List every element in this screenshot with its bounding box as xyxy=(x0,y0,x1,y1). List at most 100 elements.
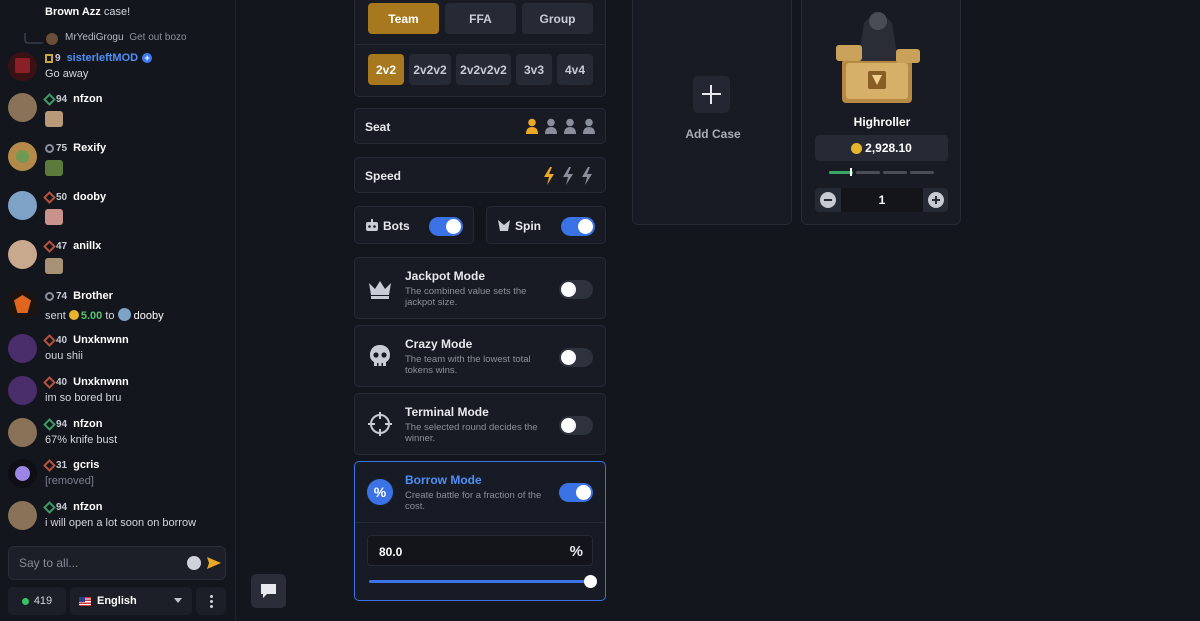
avatar[interactable] xyxy=(8,93,37,122)
avatar[interactable] xyxy=(8,52,37,81)
terminal-mode-desc: The selected round decides the winner. xyxy=(405,422,538,444)
seat-label: Seat xyxy=(365,120,391,134)
crown-icon xyxy=(369,281,391,299)
seat-row: Seat xyxy=(354,108,606,144)
online-count: 419 xyxy=(8,587,66,615)
format-2v2-button[interactable]: 2v2 xyxy=(368,54,404,85)
chat-username[interactable]: Rexify xyxy=(73,142,106,154)
verified-icon: + xyxy=(142,53,153,63)
level-badge: 31 xyxy=(43,458,67,472)
format-3v3-button[interactable]: 3v3 xyxy=(516,54,552,85)
jackpot-mode-title: Jackpot Mode xyxy=(405,269,486,283)
decrease-quantity-button[interactable] xyxy=(820,192,836,208)
chat-username[interactable]: Unxknwnn xyxy=(73,334,129,346)
chat-username[interactable]: dooby xyxy=(73,191,106,203)
chat-username[interactable]: gcris xyxy=(73,459,99,471)
borrow-percent-field[interactable]: 80.0 % xyxy=(367,535,593,566)
mode-team-button[interactable]: Team xyxy=(368,3,439,34)
chat-toggle-button[interactable] xyxy=(251,574,286,608)
chat-username[interactable]: nfzon xyxy=(73,93,102,105)
mode-group-button[interactable]: Group xyxy=(522,3,593,34)
chat-text: i will open a lot soon on borrow xyxy=(45,517,197,529)
borrow-mode-title: Borrow Mode xyxy=(405,473,482,487)
borrow-slider[interactable] xyxy=(369,575,597,588)
lightning-icon xyxy=(544,167,554,185)
chevron-down-icon xyxy=(174,598,182,603)
borrow-mode-toggle[interactable] xyxy=(559,483,593,502)
avatar[interactable] xyxy=(8,418,37,447)
level-badge: 74 xyxy=(45,291,67,302)
language-label: English xyxy=(97,595,137,607)
reply-username[interactable]: MrYediGrogu xyxy=(65,32,124,43)
seat-selector[interactable] xyxy=(525,118,597,135)
chat-username[interactable]: nfzon xyxy=(73,418,102,430)
crosshair-icon xyxy=(368,412,392,436)
tip-recipient[interactable]: dooby xyxy=(134,310,164,322)
coin-icon xyxy=(851,142,863,154)
more-options-button[interactable] xyxy=(196,587,226,615)
reply-line-icon xyxy=(24,33,43,44)
chat-username[interactable]: anillx xyxy=(73,240,101,252)
percent-icon: % xyxy=(367,479,393,505)
avatar[interactable] xyxy=(8,191,37,220)
us-flag-icon xyxy=(79,596,91,606)
crazy-mode-desc: The team with the lowest total tokens wi… xyxy=(405,354,531,376)
seat-icon xyxy=(583,118,595,134)
borrow-slider-handle[interactable] xyxy=(584,575,597,588)
chat-text: im so bored bru xyxy=(45,392,122,404)
format-2v2v2-button[interactable]: 2v2v2 xyxy=(409,54,451,85)
language-select[interactable]: English xyxy=(70,587,192,615)
crazy-mode-card: Crazy Mode The team with the lowest tota… xyxy=(354,325,606,387)
seat-icon xyxy=(564,118,576,134)
borrow-percent-value: 80.0 xyxy=(379,545,403,559)
speed-selector[interactable] xyxy=(543,167,597,185)
level-badge: 94 xyxy=(43,417,67,431)
level-badge: 94 xyxy=(43,92,67,106)
level-badge: 75 xyxy=(45,143,67,154)
chat-text: [removed] xyxy=(45,475,94,487)
online-dot-icon xyxy=(21,597,29,605)
spin-toggle[interactable] xyxy=(561,217,595,236)
avatar[interactable] xyxy=(8,142,37,171)
chat-text: ouu shii xyxy=(45,350,83,362)
emoji-icon[interactable] xyxy=(187,556,201,570)
format-4v4-button[interactable]: 4v4 xyxy=(557,54,593,85)
add-case-button[interactable]: Add Case xyxy=(632,0,792,225)
avatar[interactable] xyxy=(8,240,37,269)
jackpot-mode-desc: The combined value sets the jackpot size… xyxy=(405,286,527,308)
avatar[interactable] xyxy=(8,290,37,319)
level-badge: 50 xyxy=(43,190,67,204)
jackpot-mode-toggle[interactable] xyxy=(559,280,593,299)
chat-username[interactable]: sisterleftMOD xyxy=(67,52,139,64)
chat-input[interactable] xyxy=(19,556,179,570)
spin-icon xyxy=(498,220,510,231)
case-image[interactable] xyxy=(828,3,928,111)
avatar[interactable] xyxy=(8,459,37,488)
avatar[interactable] xyxy=(8,376,37,405)
format-2v2v2v2-button[interactable]: 2v2v2v2 xyxy=(456,54,511,85)
chat-username[interactable]: Brother xyxy=(73,290,113,302)
speed-row: Speed xyxy=(354,157,606,193)
chat-text: 67% knife bust xyxy=(45,434,118,446)
chat-username[interactable]: Unxknwnn xyxy=(73,376,129,388)
chat-text: Go away xyxy=(45,68,89,80)
terminal-mode-toggle[interactable] xyxy=(559,416,593,435)
increase-quantity-button[interactable] xyxy=(928,192,944,208)
emote-icon xyxy=(45,209,63,225)
speed-label: Speed xyxy=(365,169,402,183)
mode-ffa-button[interactable]: FFA xyxy=(445,3,516,34)
crazy-mode-toggle[interactable] xyxy=(559,348,593,367)
level-badge: 9 xyxy=(45,53,61,64)
borrow-mode-card: % Borrow Mode Create battle for a fracti… xyxy=(354,461,606,601)
avatar[interactable] xyxy=(8,334,37,363)
jackpot-mode-card: Jackpot Mode The combined value sets the… xyxy=(354,257,606,319)
borrow-mode-desc: Create battle for a fraction of the cost… xyxy=(405,490,542,512)
coin-icon xyxy=(68,310,79,320)
chat-username[interactable]: nfzon xyxy=(73,501,102,513)
chat-username[interactable]: Brown Azz xyxy=(45,6,101,18)
chat-sidebar: Brown Azz case! MrYediGrogu Get out bozo… xyxy=(0,0,236,621)
bots-toggle[interactable] xyxy=(429,217,463,236)
quantity-value[interactable]: 1 xyxy=(841,188,923,212)
avatar[interactable] xyxy=(8,501,37,530)
send-icon[interactable] xyxy=(206,555,222,571)
